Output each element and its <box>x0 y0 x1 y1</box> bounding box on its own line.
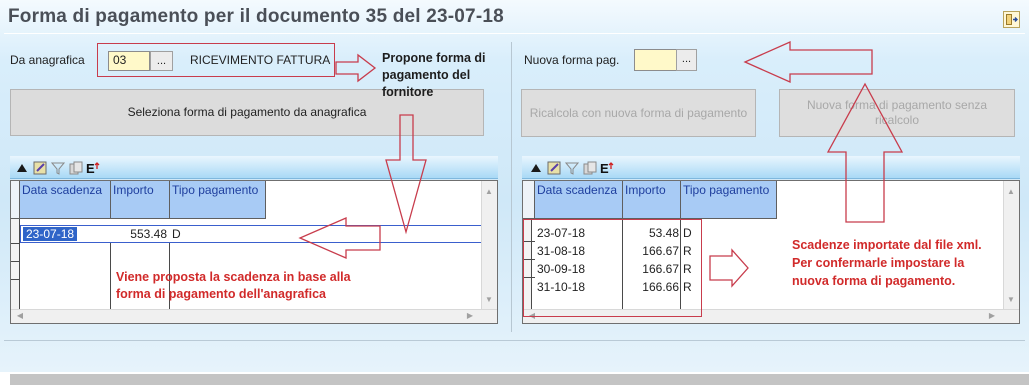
anagrafica-code-field[interactable]: 03 <box>108 51 150 71</box>
title-separator <box>4 33 1025 34</box>
imported-rows-highlight-frame <box>523 219 702 317</box>
annotation-propone-line1: Propone forma di <box>382 51 486 65</box>
bottom-status-bar <box>10 374 1029 385</box>
left-row-1-date[interactable]: 23-07-18 <box>23 227 78 241</box>
export-icon[interactable]: E <box>86 160 102 176</box>
annotation-viene-proposta: Viene proposta la scadenza in base alla … <box>116 269 351 303</box>
right-grid-toolbar: E <box>522 156 1020 179</box>
new-form-no-recalc-button[interactable]: Nuova forma di pagamento senza ricalcolo <box>779 89 1015 137</box>
annotation-viene-line1: Viene proposta la scadenza in base alla <box>116 270 351 284</box>
payment-form-window: Forma di pagamento per il documento 35 d… <box>0 0 1029 372</box>
right-grid-vscroll[interactable]: ▲ ▼ <box>1003 181 1019 309</box>
col-header-data-scadenza[interactable]: Data scadenza <box>20 181 111 219</box>
anagrafica-label: Da anagrafica <box>10 53 85 67</box>
filter-icon[interactable] <box>564 160 580 176</box>
left-grid-vscroll[interactable]: ▲ ▼ <box>481 181 497 309</box>
scroll-down-icon[interactable]: ▼ <box>1004 295 1018 304</box>
export-icon[interactable]: E <box>600 160 616 176</box>
annotation-scadenze-importate: Scadenze importate dal file xml. Per con… <box>792 236 982 290</box>
col-header-tipo-pagamento[interactable]: Tipo pagamento <box>681 181 777 219</box>
col-line <box>110 243 111 309</box>
payment-form-name: RICEVIMENTO FATTURA <box>190 53 331 67</box>
row-indicator-column <box>11 219 20 309</box>
edit-icon[interactable] <box>32 160 48 176</box>
col-header-importo[interactable]: Importo <box>623 181 681 219</box>
new-form-lookup-button[interactable]: ... <box>676 49 697 71</box>
recalc-new-form-button[interactable]: Ricalcola con nuova forma di pagamento <box>521 89 756 137</box>
new-form-label: Nuova forma pag. <box>524 53 620 67</box>
panel-divider <box>511 42 512 332</box>
annotation-propone: Propone forma di pagamento del fornitore <box>382 50 485 101</box>
scroll-up-icon[interactable]: ▲ <box>1004 187 1018 196</box>
no-recalc-label-line2: ricalcolo <box>874 113 919 127</box>
left-grid-hscroll[interactable]: ◀ ▶ <box>11 309 497 323</box>
grid-corner <box>11 181 20 219</box>
copy-icon[interactable] <box>582 160 598 176</box>
grid-corner <box>523 181 535 219</box>
annotation-propone-line3: fornitore <box>382 85 434 99</box>
no-recalc-label-line1: Nuova forma di pagamento senza <box>806 98 988 112</box>
col-header-tipo-pagamento[interactable]: Tipo pagamento <box>170 181 266 219</box>
new-form-code-field[interactable] <box>634 49 677 71</box>
window-title: Forma di pagamento per il documento 35 d… <box>8 6 504 27</box>
row-separator <box>11 243 20 244</box>
scroll-right-icon[interactable]: ▶ <box>463 311 477 320</box>
svg-text:E: E <box>600 161 609 175</box>
exit-button[interactable] <box>1003 11 1020 28</box>
arrow-up-icon[interactable] <box>528 160 544 176</box>
anagrafica-lookup-button[interactable]: ... <box>150 51 173 71</box>
scroll-up-icon[interactable]: ▲ <box>482 187 496 196</box>
scroll-right-icon[interactable]: ▶ <box>985 311 999 320</box>
annotation-propone-line2: pagamento del <box>382 68 471 82</box>
col-header-data-scadenza[interactable]: Data scadenza <box>535 181 623 219</box>
annotation-scadenze-line1: Scadenze importate dal file xml. <box>792 238 982 252</box>
annotation-viene-line2: forma di pagamento dell'anagrafica <box>116 287 326 301</box>
arrow-left-icon <box>743 40 873 84</box>
filter-icon[interactable] <box>50 160 66 176</box>
arrow-up-icon[interactable] <box>14 160 30 176</box>
row-separator <box>11 261 20 262</box>
copy-icon[interactable] <box>68 160 84 176</box>
annotation-scadenze-line2: Per confermarle impostare la <box>792 256 965 270</box>
left-row-1-type[interactable]: D <box>172 227 181 241</box>
exit-icon <box>1006 14 1018 25</box>
scroll-down-icon[interactable]: ▼ <box>482 295 496 304</box>
arrow-right-icon <box>335 53 377 83</box>
col-header-importo[interactable]: Importo <box>111 181 170 219</box>
bottom-separator <box>4 340 1025 341</box>
selected-row-outline <box>20 225 483 243</box>
annotation-scadenze-line3: nuova forma di pagamento. <box>792 274 956 288</box>
svg-text:E: E <box>86 161 95 175</box>
scroll-left-icon[interactable]: ◀ <box>13 311 27 320</box>
edit-icon[interactable] <box>546 160 562 176</box>
left-row-1-amount[interactable]: 553.48 <box>113 227 167 241</box>
row-separator <box>11 279 20 280</box>
left-grid-toolbar: E <box>10 156 498 179</box>
